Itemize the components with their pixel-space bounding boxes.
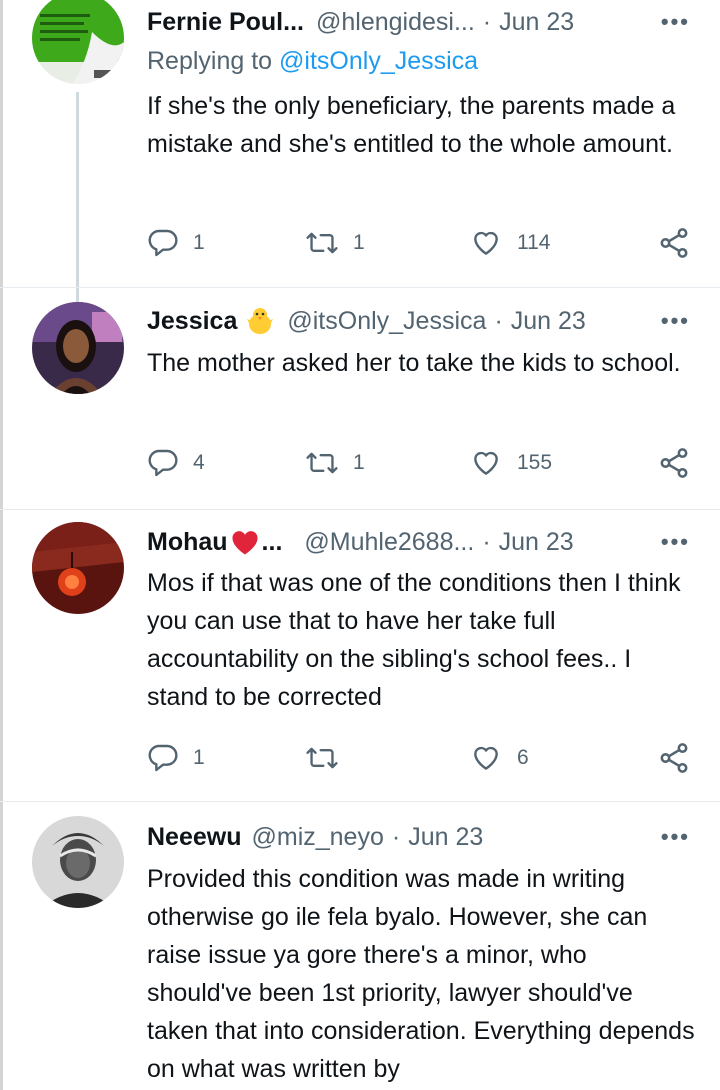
tweet-header: Neeewu @miz_neyo · Jun 23 ••• [147,819,690,855]
like-count: 6 [517,746,529,769]
share-button[interactable] [657,738,691,778]
more-options-button[interactable]: ••• [661,303,690,339]
display-name[interactable]: Neeewu [147,823,241,852]
timestamp[interactable]: Jun 23 [499,8,574,37]
retweet-button[interactable] [305,738,353,778]
heart-icon [474,451,498,475]
separator-dot: · [482,527,491,556]
share-button[interactable] [657,223,691,263]
timestamp[interactable]: Jun 23 [499,528,574,557]
tweet-3[interactable]: Mohau ... @Muhle2688... · Jun 23 ••• Mos… [0,510,720,805]
reply-count: 4 [193,451,205,474]
tweet-text: Mos if that was one of the conditions th… [147,569,681,711]
user-handle[interactable]: @itsOnly_Jessica [287,307,486,336]
separator-dot: · [482,7,492,36]
reply-icon [148,449,178,477]
retweet-count: 1 [353,451,365,474]
avatar-fernie[interactable] [32,0,124,84]
heart-icon [474,231,498,255]
reply-button[interactable]: 4 [147,443,205,483]
reply-button[interactable]: 1 [147,223,205,263]
reply-count: 1 [193,746,205,769]
retweet-button[interactable]: 1 [305,223,365,263]
timestamp[interactable]: Jun 23 [408,823,483,852]
like-button[interactable]: 114 [469,223,550,263]
user-handle[interactable]: @Muhle2688... [304,528,474,557]
display-name[interactable]: Mohau [147,528,228,557]
retweet-button[interactable]: 1 [305,443,365,483]
tweet-actions: 4 1 155 [147,443,692,483]
tweet-divider [0,287,720,288]
timestamp[interactable]: Jun 23 [511,307,586,336]
tweet-1[interactable]: Fernie Poul... @hlengidesi... · Jun 23 •… [0,0,720,290]
like-count: 155 [517,451,553,474]
replying-prefix: Replying to [147,47,273,75]
tweet-text: The mother asked her to take the kids to… [147,349,681,377]
user-handle[interactable]: @hlengidesi... [316,8,475,37]
avatar-jessica[interactable] [32,302,124,394]
reply-count: 1 [193,231,205,254]
tweet-text: If she's the only beneficiary, the paren… [147,92,676,158]
like-count: 114 [517,231,551,254]
red-heart-emoji-icon [230,528,260,556]
tweet-4[interactable]: Neeewu @miz_neyo · Jun 23 ••• Provided t… [0,802,720,1090]
retweet-icon [306,232,338,254]
more-options-button[interactable]: ••• [661,524,690,560]
tweet-2[interactable]: Jessica @itsOnly_Jessica · Jun 23 ••• Th… [0,290,720,515]
like-button[interactable]: 155 [469,443,552,483]
separator-dot: · [391,822,401,851]
more-options-button[interactable]: ••• [661,4,690,40]
retweet-count: 1 [353,231,365,254]
reply-icon [148,229,178,257]
retweet-icon [306,747,338,769]
share-button[interactable] [657,443,691,483]
tweet-header: Jessica @itsOnly_Jessica · Jun 23 ••• [147,303,690,339]
like-button[interactable]: 6 [469,738,529,778]
retweet-icon [306,452,338,474]
tweet-text: Provided this condition was made in writ… [147,865,695,1083]
reply-icon [148,744,178,772]
tweet-actions: 1 1 114 [147,223,692,263]
avatar-mohau[interactable] [32,522,124,614]
replying-to-line: Replying to @itsOnly_Jessica [147,47,478,76]
share-icon [660,743,688,773]
tweet-actions: 1 6 [147,738,692,778]
display-name-ellipsis: ... [261,527,283,556]
tweet-header: Mohau ... @Muhle2688... · Jun 23 ••• [147,524,690,560]
share-icon [660,228,688,258]
share-icon [660,448,688,478]
display-name[interactable]: Fernie Poul... [147,8,304,37]
tweet-header: Fernie Poul... @hlengidesi... · Jun 23 •… [147,4,690,40]
replying-to-link[interactable]: @itsOnly_Jessica [279,47,478,75]
user-handle[interactable]: @miz_neyo [251,823,383,852]
display-name[interactable]: Jessica [147,307,237,336]
heart-icon [474,746,498,770]
avatar-neeewu[interactable] [32,816,124,908]
more-options-button[interactable]: ••• [661,819,690,855]
reply-button[interactable]: 1 [147,738,205,778]
separator-dot: · [494,306,503,335]
baby-chick-emoji-icon [245,306,275,336]
